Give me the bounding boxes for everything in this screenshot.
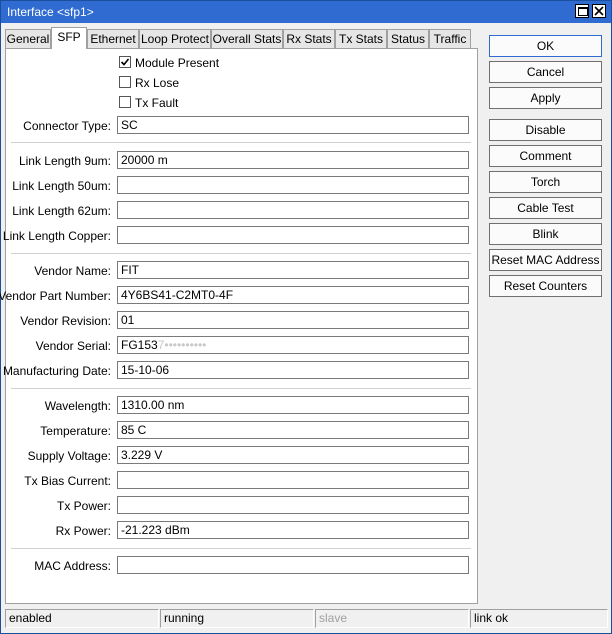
separator xyxy=(11,548,471,549)
vendor-part-number-field[interactable]: 4Y6BS41-C2MT0-4F xyxy=(117,286,469,304)
module-present-label: Module Present xyxy=(135,56,220,70)
status-running: running xyxy=(160,609,314,628)
link-length-9um-label: Link Length 9um: xyxy=(18,154,111,168)
tx-power-label: Tx Power: xyxy=(56,499,111,513)
link-length-62um-field[interactable] xyxy=(117,201,469,219)
tab-status[interactable]: Status xyxy=(387,29,429,48)
link-length-50um-field[interactable] xyxy=(117,176,469,194)
vendor-serial-obscured: 7•••••••••• xyxy=(157,338,207,352)
connector-type-field[interactable]: SC xyxy=(117,116,469,134)
vendor-revision-field[interactable]: 01 xyxy=(117,311,469,329)
rx-power-label: Rx Power: xyxy=(55,524,111,538)
mac-address-label: MAC Address: xyxy=(34,559,111,573)
mac-address-field[interactable] xyxy=(117,556,469,574)
temperature-field[interactable]: 85 C xyxy=(117,421,469,439)
comment-button[interactable]: Comment xyxy=(489,145,602,167)
tab-ethernet[interactable]: Ethernet xyxy=(87,29,139,48)
link-length-9um-field[interactable]: 20000 m xyxy=(117,151,469,169)
vendor-name-label: Vendor Name: xyxy=(34,264,111,278)
tx-bias-current-field[interactable] xyxy=(117,471,469,489)
rx-lose-label: Rx Lose xyxy=(135,76,180,90)
tab-traffic[interactable]: Traffic xyxy=(429,29,471,48)
vendor-part-number-label: Vendor Part Number: xyxy=(0,289,111,303)
title-bar[interactable]: Interface <sfp1> xyxy=(1,1,611,23)
tx-fault-checkbox[interactable] xyxy=(119,96,131,108)
rx-power-field[interactable]: -21.223 dBm xyxy=(117,521,469,539)
status-slave: slave xyxy=(315,609,469,628)
wavelength-field[interactable]: 1310.00 nm xyxy=(117,396,469,414)
tab-loop-protect[interactable]: Loop Protect xyxy=(139,29,211,48)
vendor-revision-label: Vendor Revision: xyxy=(20,314,111,328)
ok-button[interactable]: OK xyxy=(489,35,602,57)
reset-counters-button[interactable]: Reset Counters xyxy=(489,275,602,297)
link-length-50um-label: Link Length 50um: xyxy=(12,179,111,193)
supply-voltage-field[interactable]: 3.229 V xyxy=(117,446,469,464)
vendor-serial-value: FG153 xyxy=(121,338,158,352)
vendor-name-field[interactable]: FIT xyxy=(117,261,469,279)
tx-bias-current-label: Tx Bias Current: xyxy=(24,474,111,488)
maximize-icon[interactable] xyxy=(575,4,589,18)
module-present-checkbox[interactable] xyxy=(119,56,131,68)
separator xyxy=(11,253,471,254)
separator xyxy=(11,388,471,389)
vendor-serial-label: Vendor Serial: xyxy=(35,339,111,353)
manufacturing-date-field[interactable]: 15-10-06 xyxy=(117,361,469,379)
wavelength-label: Wavelength: xyxy=(44,399,111,413)
tab-tx-stats[interactable]: Tx Stats xyxy=(335,29,387,48)
tx-fault-label: Tx Fault xyxy=(135,96,179,110)
vendor-serial-field[interactable]: FG1537•••••••••• xyxy=(117,336,469,354)
reset-mac-address-button[interactable]: Reset MAC Address xyxy=(489,249,602,271)
tx-power-field[interactable] xyxy=(117,496,469,514)
torch-button[interactable]: Torch xyxy=(489,171,602,193)
tab-sfp[interactable]: SFP xyxy=(51,27,87,49)
cable-test-button[interactable]: Cable Test xyxy=(489,197,602,219)
rx-lose-checkbox[interactable] xyxy=(119,76,131,88)
interface-window: Interface <sfp1> General SFP Ethernet Lo… xyxy=(0,0,612,634)
separator xyxy=(11,142,471,143)
tab-rx-stats[interactable]: Rx Stats xyxy=(283,29,335,48)
connector-type-label: Connector Type: xyxy=(23,119,111,133)
cancel-button[interactable]: Cancel xyxy=(489,61,602,83)
status-link: link ok xyxy=(470,609,608,628)
tab-general[interactable]: General xyxy=(5,29,51,48)
disable-button[interactable]: Disable xyxy=(489,119,602,141)
apply-button[interactable]: Apply xyxy=(489,87,602,109)
link-length-copper-field[interactable] xyxy=(117,226,469,244)
link-length-62um-label: Link Length 62um: xyxy=(12,204,111,218)
tab-overall-stats[interactable]: Overall Stats xyxy=(211,29,283,48)
blink-button[interactable]: Blink xyxy=(489,223,602,245)
status-enabled: enabled xyxy=(5,609,159,628)
window-title: Interface <sfp1> xyxy=(7,5,94,19)
temperature-label: Temperature: xyxy=(40,424,111,438)
supply-voltage-label: Supply Voltage: xyxy=(27,449,111,463)
close-icon[interactable] xyxy=(592,4,606,18)
manufacturing-date-label: Manufacturing Date: xyxy=(2,364,111,378)
link-length-copper-label: Link Length Copper: xyxy=(2,229,111,243)
